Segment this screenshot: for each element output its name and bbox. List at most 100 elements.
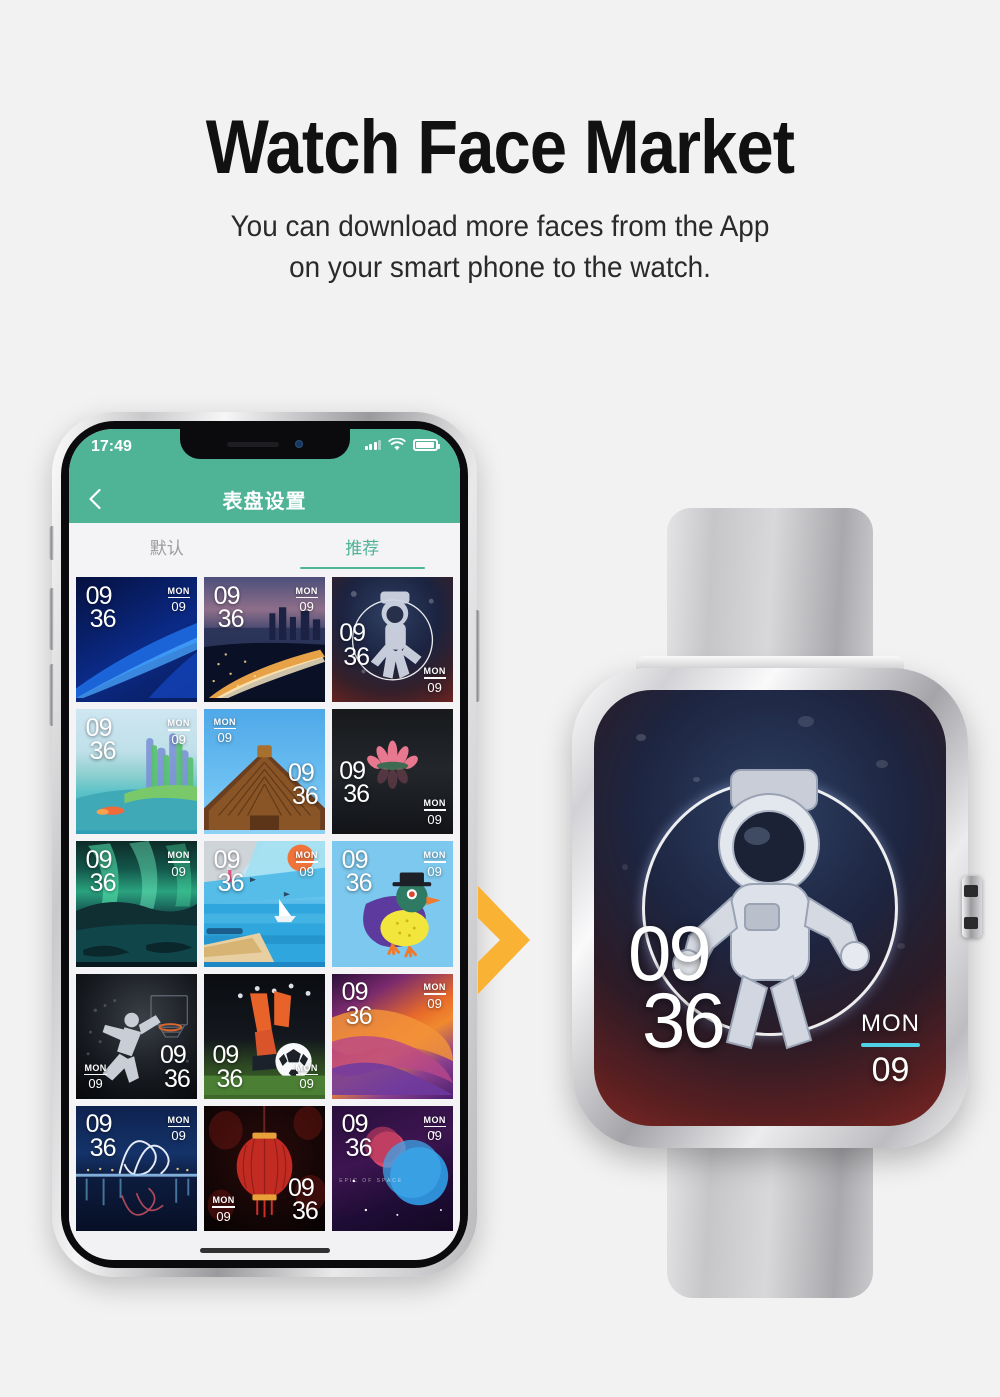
tile-date-weekday: MON xyxy=(295,850,318,861)
tile-date-divider xyxy=(423,677,446,679)
smartwatch-mockup: 09 36 MON 09 xyxy=(560,508,982,1298)
tile-date: MON 09 xyxy=(212,1195,235,1224)
tile-date: MON 09 xyxy=(167,1114,190,1144)
tile-date-divider xyxy=(167,861,190,863)
tile-date: MON 09 xyxy=(423,1115,446,1143)
watch-screen[interactable]: 09 36 MON 09 xyxy=(594,690,946,1126)
status-bar: 17:49 xyxy=(69,429,460,475)
tile-date-divider xyxy=(167,729,190,731)
status-bar-time: 17:49 xyxy=(91,438,132,455)
watch-face-tile[interactable]: 09 36 MON 09 xyxy=(204,577,325,703)
tab-default[interactable]: 默认 xyxy=(69,523,265,569)
watch-face-tile[interactable]: 09 36 MON 09 xyxy=(332,577,453,703)
tile-date-day: 09 xyxy=(427,811,442,827)
watch-face-tile[interactable]: 09 36 MON 09 xyxy=(332,973,453,1099)
tile-date: MON 09 xyxy=(167,850,190,879)
home-indicator[interactable] xyxy=(199,1248,330,1253)
tile-date: MON 09 xyxy=(295,586,318,615)
tile-date-day: 09 xyxy=(427,863,442,879)
tile-time-minutes: 36 xyxy=(89,605,117,633)
tile-time: 09 36 xyxy=(86,715,117,764)
page-subtitle-line-2: on your smart phone to the watch. xyxy=(289,251,711,284)
phone-screen: 17:49 表盘设置 默认 推荐 09 36 MON 09 09 36 MON … xyxy=(69,429,460,1260)
tile-time: 09 36 xyxy=(288,761,319,811)
tile-date: MON 09 xyxy=(295,850,318,879)
signal-icon xyxy=(364,439,381,450)
tile-date-day: 09 xyxy=(299,599,314,615)
tile-time: 09 36 xyxy=(288,1175,319,1224)
tile-time: 09 36 xyxy=(214,848,245,896)
watch-face-tile[interactable]: 09 36 MON 09 xyxy=(76,841,197,967)
tile-time-minutes: 36 xyxy=(291,782,319,811)
tile-date-day: 09 xyxy=(427,996,442,1012)
watch-face-tile[interactable]: 09 36 MON 09 xyxy=(204,1105,325,1232)
page-title: Watch Face Market xyxy=(205,105,795,190)
watch-date: MON 09 xyxy=(861,1010,920,1090)
watch-face-tile[interactable]: 09 36 MON 09 xyxy=(76,577,197,703)
tile-date-weekday: MON xyxy=(423,798,446,809)
tab-bar: 默认 推荐 xyxy=(69,523,460,569)
tile-time: 09 36 xyxy=(160,1043,191,1091)
phone-power-button[interactable] xyxy=(475,610,480,702)
tile-date-weekday: MON xyxy=(167,1114,190,1125)
tile-date-day: 09 xyxy=(171,1128,186,1144)
back-chevron-icon[interactable] xyxy=(83,486,109,512)
watch-face-tile[interactable]: 09 36 MON 09 xyxy=(332,709,453,835)
watch-face-tile[interactable]: 09 36 MON 09 xyxy=(76,709,197,835)
tile-time: 09 36 xyxy=(342,1112,373,1160)
page-subtitle-line-1: You can download more faces from the App xyxy=(230,210,770,243)
tile-time: 09 36 xyxy=(339,621,370,671)
watch-face-tile[interactable]: 09 36 MON 09 xyxy=(204,841,325,967)
tile-date-weekday: MON xyxy=(423,850,446,861)
tile-time: 09 36 xyxy=(342,980,373,1030)
tab-recommended[interactable]: 推荐 xyxy=(265,523,461,569)
tile-date-divider xyxy=(423,809,446,811)
watch-time-minutes: 36 xyxy=(642,975,726,1064)
app-navbar: 表盘设置 xyxy=(69,475,460,523)
tile-date: MON 09 xyxy=(423,666,446,695)
tile-time: 09 36 xyxy=(86,1112,117,1162)
watch-face-tile[interactable]: 09 36 MON 09 xyxy=(76,1105,197,1232)
watch-face-tile[interactable]: 09 36 MON 09 EPIC OF SPACE xyxy=(332,1105,453,1232)
phone-volume-up-button[interactable] xyxy=(49,588,54,650)
watch-face-tile[interactable]: 09 36 MON 09 xyxy=(204,709,325,835)
watch-case: 09 36 MON 09 xyxy=(572,668,982,1148)
tile-time-minutes: 36 xyxy=(89,869,117,898)
tile-date-weekday: MON xyxy=(295,1062,318,1073)
tile-date-day: 09 xyxy=(299,1076,314,1092)
page-root: Watch Face Market You can download more … xyxy=(0,0,1000,1397)
status-bar-icons xyxy=(364,438,440,451)
tile-time: 09 36 xyxy=(212,1043,243,1093)
page-subtitle: You can download more faces from the App… xyxy=(35,206,965,288)
watch-time: 09 36 xyxy=(628,914,726,1064)
tile-date-day: 09 xyxy=(216,1208,231,1224)
tile-date-weekday: MON xyxy=(213,716,236,727)
tile-time: 09 36 xyxy=(339,759,370,807)
tile-date-divider xyxy=(212,1206,235,1208)
tile-date: MON 09 xyxy=(423,798,446,827)
tile-time-minutes: 36 xyxy=(345,1001,373,1030)
tile-time: 09 36 xyxy=(86,583,117,633)
tile-date-divider xyxy=(423,993,446,996)
tile-date: MON 09 xyxy=(167,585,190,614)
battery-icon xyxy=(413,438,440,451)
wifi-icon xyxy=(388,438,406,451)
tile-time-minutes: 36 xyxy=(216,1064,243,1093)
watch-face-tile[interactable]: 09 36 MON 09 xyxy=(332,841,453,967)
tile-time-minutes: 36 xyxy=(89,1133,117,1162)
tile-date-day: 09 xyxy=(171,731,186,747)
watch-face-tile[interactable]: 09 36 MON 09 xyxy=(76,973,197,1099)
smartphone-mockup: 17:49 表盘设置 默认 推荐 09 36 MON 09 09 36 MON … xyxy=(49,412,480,1277)
watch-date-weekday: MON xyxy=(861,1010,920,1037)
watch-face-tile[interactable]: 09 36 MON 09 xyxy=(204,973,325,1099)
phone-silent-switch[interactable] xyxy=(49,526,54,560)
watch-face-grid: 09 36 MON 09 09 36 MON 09 09 36 MON 09 0… xyxy=(69,569,460,1232)
watch-crown-button[interactable] xyxy=(962,876,982,938)
tile-date-day: 09 xyxy=(427,679,442,695)
tile-time-minutes: 36 xyxy=(343,642,370,671)
tile-date: MON 09 xyxy=(423,982,446,1012)
tile-date-weekday: MON xyxy=(212,1195,235,1206)
phone-volume-down-button[interactable] xyxy=(49,664,54,726)
tile-date-weekday: MON xyxy=(167,585,190,596)
tile-date-weekday: MON xyxy=(423,982,446,993)
